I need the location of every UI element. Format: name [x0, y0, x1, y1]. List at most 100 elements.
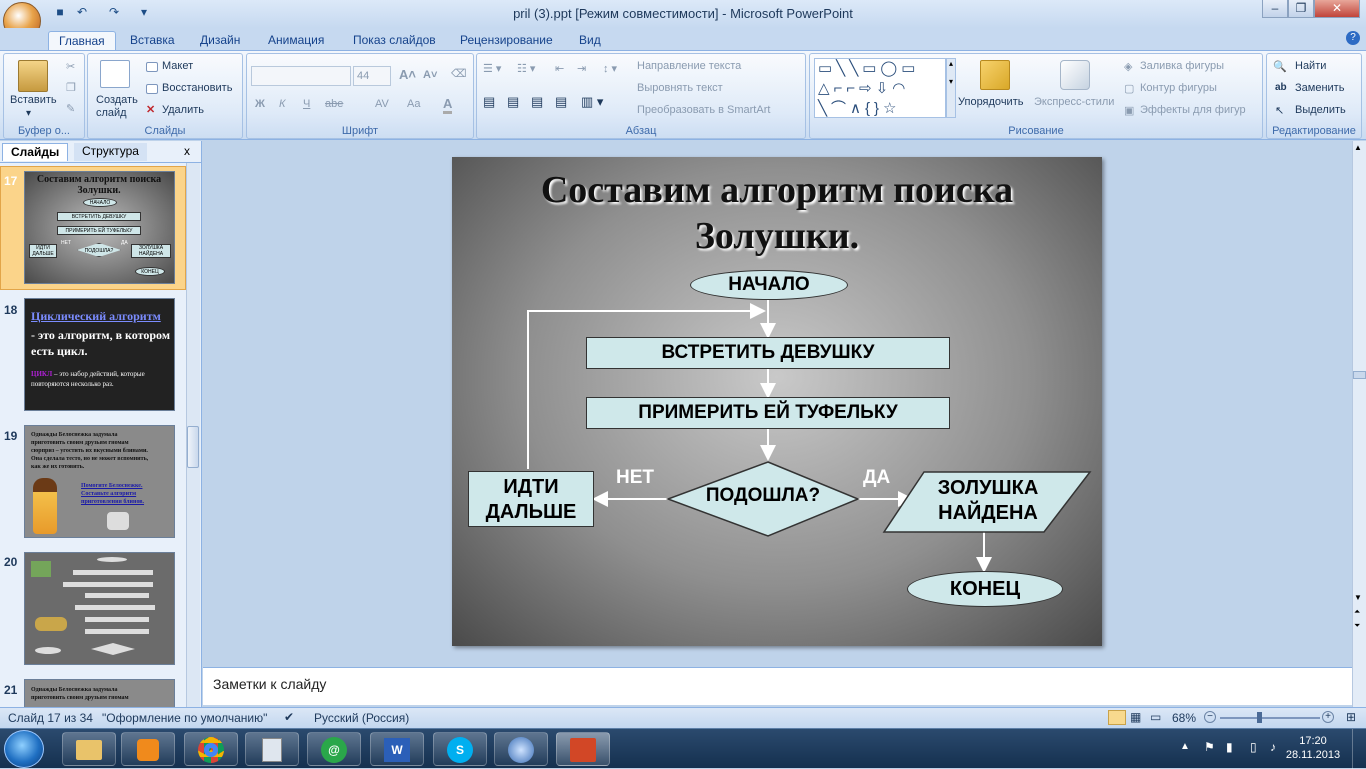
align-right-icon[interactable]: ▤ [531, 94, 543, 110]
close-pane-icon[interactable]: x [184, 144, 190, 158]
slide-canvas[interactable]: Составим алгоритм поиска Золушки. НАЧАЛО… [452, 157, 1102, 646]
format-painter-icon[interactable]: ✎ [66, 102, 75, 115]
slideshow-view-icon[interactable]: ▭ [1150, 710, 1161, 724]
undo-icon[interactable]: ↶ [74, 5, 90, 21]
media-player-icon[interactable] [121, 732, 175, 766]
tray-expand-icon[interactable]: ▲ [1180, 741, 1190, 752]
char-spacing-button[interactable]: AV [375, 98, 389, 110]
increase-indent-icon[interactable]: ⇥ [577, 62, 586, 75]
spellcheck-icon[interactable]: ✔ [284, 710, 294, 724]
numbering-icon[interactable]: ☷ ▾ [517, 62, 535, 75]
scroll-down-icon[interactable]: ▼ [1354, 593, 1362, 602]
tab-slides[interactable]: Слайды [2, 143, 69, 161]
font-color-icon[interactable]: A [443, 96, 453, 114]
find-button[interactable]: Найти [1295, 60, 1326, 72]
minimize-button[interactable]: – [1262, 0, 1288, 18]
flow-decision[interactable]: ПОДОШЛА? [668, 485, 858, 507]
flow-end[interactable]: КОНЕЦ [907, 571, 1063, 607]
italic-button[interactable]: К [279, 98, 285, 110]
slide-thumbnail-19[interactable]: Однажды Белоснежка задумала приготовить … [24, 425, 175, 538]
line-spacing-icon[interactable]: ↕ ▾ [603, 62, 617, 75]
effects-icon[interactable]: ▣ [1124, 104, 1134, 117]
sorter-view-icon[interactable]: ▦ [1130, 710, 1141, 724]
theme-name[interactable]: "Оформление по умолчанию" [102, 711, 267, 725]
shape-effects-button[interactable]: Эффекты для фигур [1140, 104, 1246, 116]
bold-button[interactable]: Ж [255, 98, 265, 110]
zoom-level[interactable]: 68% [1172, 711, 1196, 725]
word-icon[interactable]: W [370, 732, 424, 766]
tab-review[interactable]: Рецензирование [450, 31, 563, 50]
flow-step-meet[interactable]: ВСТРЕТИТЬ ДЕВУШКУ [586, 337, 950, 369]
next-slide-icon[interactable]: ⏷ [1354, 621, 1360, 631]
bullets-icon[interactable]: ☰ ▾ [483, 62, 501, 75]
font-size-input[interactable]: 44 [353, 66, 391, 86]
tab-insert[interactable]: Вставка [120, 31, 185, 50]
flow-start[interactable]: НАЧАЛО [690, 270, 848, 300]
flow-step-try-shoe[interactable]: ПРИМЕРИТЬ ЕЙ ТУФЕЛЬКУ [586, 397, 950, 429]
zoom-in-icon[interactable]: + [1322, 711, 1334, 723]
cut-icon[interactable]: ✂ [66, 60, 75, 73]
decrease-indent-icon[interactable]: ⇤ [555, 62, 564, 75]
scroll-up-icon[interactable]: ▲ [1354, 143, 1362, 152]
fit-window-icon[interactable]: ⊞ [1346, 710, 1356, 724]
align-text-button[interactable]: Выровнять текст [637, 82, 723, 94]
mail-agent-icon[interactable]: @ [307, 732, 361, 766]
slide-thumbnail-18[interactable]: Циклический алгоритм - это алгоритм, в к… [24, 298, 175, 411]
prev-slide-icon[interactable]: ⏶ [1354, 607, 1360, 617]
grow-font-icon[interactable]: A˄ [399, 67, 416, 82]
tab-home[interactable]: Главная [48, 31, 116, 50]
flow-go-on[interactable]: ИДТИ ДАЛЬШЕ [468, 471, 594, 527]
paste-button[interactable]: Вставить [10, 94, 57, 106]
smartart-button[interactable]: Преобразовать в SmartArt [637, 104, 770, 116]
battery-icon[interactable]: ▯ [1250, 740, 1257, 754]
shapes-gallery-scroll[interactable]: ▴ ▾ [946, 58, 956, 118]
tab-animation[interactable]: Анимация [258, 31, 334, 50]
justify-icon[interactable]: ▤ [555, 94, 567, 110]
fill-icon[interactable]: ◈ [1124, 60, 1132, 73]
underline-button[interactable]: Ч [303, 98, 310, 110]
align-left-icon[interactable]: ▤ [483, 94, 495, 110]
clear-format-icon[interactable]: ⌫ [451, 67, 467, 80]
customize-qat-icon[interactable]: ▾ [136, 5, 152, 21]
slide-thumbnail-21[interactable]: Однажды Белоснежка задумала приготовить … [24, 679, 175, 707]
zoom-slider[interactable] [1220, 717, 1320, 719]
notes-field[interactable]: Заметки к слайду [203, 667, 1352, 705]
select-button[interactable]: Выделить [1295, 104, 1346, 116]
tab-view[interactable]: Вид [569, 31, 611, 50]
arrange-button[interactable]: Упорядочить [958, 96, 1023, 108]
normal-view-icon[interactable] [1108, 710, 1126, 725]
align-center-icon[interactable]: ▤ [507, 94, 519, 110]
action-center-icon[interactable]: ⚑ [1204, 740, 1215, 754]
shapes-gallery[interactable]: ▭╲╲▭◯▭ △⌐⌐⇨⇩◠ ╲⌒∧{}☆ [814, 58, 946, 118]
copy-icon[interactable]: ❐ [66, 81, 76, 94]
shape-fill-button[interactable]: Заливка фигуры [1140, 60, 1224, 72]
shape-outline-button[interactable]: Контур фигуры [1140, 82, 1217, 94]
save-icon[interactable]: ■ [52, 5, 68, 21]
change-case-button[interactable]: Aa [407, 98, 420, 110]
zoom-slider-thumb[interactable] [1257, 712, 1262, 723]
powerpoint-icon[interactable] [556, 732, 610, 766]
layout-button[interactable]: Макет [162, 60, 193, 72]
signal-icon[interactable]: ▮ [1226, 740, 1233, 754]
explorer-icon[interactable] [62, 732, 116, 766]
start-button[interactable] [4, 730, 44, 768]
chrome-icon[interactable] [184, 732, 238, 766]
scroll-thumb[interactable] [1353, 371, 1366, 379]
font-name-input[interactable] [251, 66, 351, 86]
language[interactable]: Русский (Россия) [314, 711, 409, 725]
close-button[interactable]: ✕ [1314, 0, 1360, 18]
columns-icon[interactable]: ▥ ▾ [581, 94, 603, 110]
maximize-button[interactable]: ❐ [1288, 0, 1314, 18]
shrink-font-icon[interactable]: A˅ [423, 69, 437, 81]
zoom-out-icon[interactable]: − [1204, 711, 1216, 723]
help-icon[interactable]: ? [1346, 31, 1360, 45]
slide-thumbnail-20[interactable] [24, 552, 175, 665]
new-slide-button[interactable]: Создать слайд [96, 94, 140, 120]
calculator-icon[interactable] [245, 732, 299, 766]
volume-icon[interactable]: ♪ [1270, 740, 1276, 754]
tab-design[interactable]: Дизайн [190, 31, 250, 50]
delete-button[interactable]: Удалить [162, 104, 204, 116]
show-desktop-button[interactable] [1352, 729, 1366, 769]
slide-thumbnail-17[interactable]: Составим алгоритм поиска Золушки. НАЧАЛО… [24, 171, 175, 284]
flow-found[interactable]: ЗОЛУШКА НАЙДЕНА [908, 476, 1068, 526]
